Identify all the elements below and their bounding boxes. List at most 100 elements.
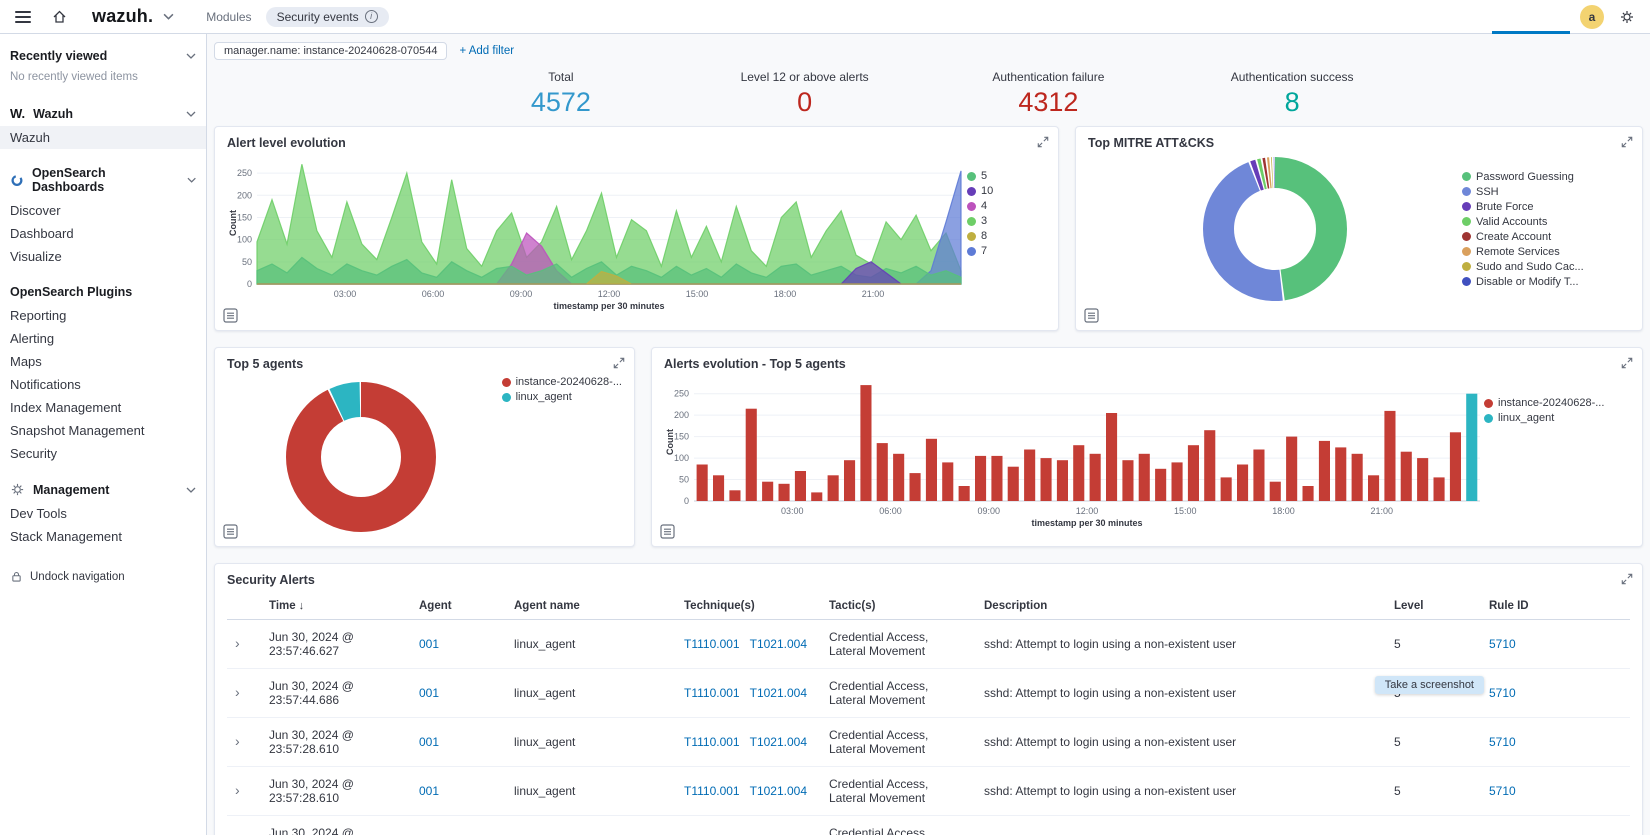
legend-item[interactable]: Brute Force <box>1462 201 1630 213</box>
take-screenshot-tooltip[interactable]: Take a screenshot <box>1374 676 1484 694</box>
legend-item[interactable]: 5 <box>967 170 1031 182</box>
technique-link[interactable]: T1021.004 <box>750 637 807 651</box>
sidebar-section-management[interactable]: Management <box>0 477 206 502</box>
legend-item[interactable]: 10 <box>967 185 1031 197</box>
list-icon <box>223 308 238 323</box>
legend-item[interactable]: Valid Accounts <box>1462 216 1630 228</box>
expand-panel-button[interactable] <box>1619 355 1635 371</box>
expand-panel-button[interactable] <box>611 355 627 371</box>
sidebar-item-maps[interactable]: Maps <box>0 350 206 373</box>
legend-item[interactable]: SSH <box>1462 186 1630 198</box>
add-filter-button[interactable]: + Add filter <box>459 45 514 57</box>
sidebar-item-stack-management[interactable]: Stack Management <box>0 525 206 548</box>
sidebar-item-reporting[interactable]: Reporting <box>0 304 206 327</box>
column-techniques[interactable]: Technique(s) <box>676 593 821 620</box>
legend-item[interactable]: linux_agent <box>1484 412 1612 424</box>
legend-item[interactable]: 8 <box>967 230 1031 242</box>
cell-description: sshd: Attempt to login using a non-exist… <box>976 766 1386 816</box>
legend-item[interactable]: Create Account <box>1462 231 1630 243</box>
expand-row-icon[interactable]: › <box>235 635 240 651</box>
sidebar-item-dashboard[interactable]: Dashboard <box>0 222 206 245</box>
technique-link[interactable]: T1021.004 <box>750 735 807 749</box>
expand-row-icon[interactable]: › <box>235 831 240 835</box>
technique-link[interactable]: T1110.001 <box>684 686 740 700</box>
technique-link[interactable]: T1110.001 <box>684 784 740 798</box>
expand-panel-button[interactable] <box>1035 134 1051 150</box>
column-rule-id[interactable]: Rule ID <box>1481 593 1630 620</box>
column-agent-name[interactable]: Agent name <box>506 593 676 620</box>
technique-link[interactable]: T1021.004 <box>750 686 807 700</box>
rule-id-link[interactable]: 5710 <box>1489 637 1516 651</box>
sidebar-item-snapshot-management[interactable]: Snapshot Management <box>0 419 206 442</box>
sidebar-section-opensearch-dashboards[interactable]: OpenSearch Dashboards <box>0 161 206 199</box>
expand-row-icon[interactable]: › <box>235 782 240 798</box>
agent-link[interactable]: 001 <box>419 637 439 651</box>
sidebar-item-security[interactable]: Security <box>0 442 206 465</box>
legend-swatch-icon <box>1462 187 1471 196</box>
sidebar-item-notifications[interactable]: Notifications <box>0 373 206 396</box>
agent-link[interactable]: 001 <box>419 735 439 749</box>
legend-item[interactable]: 7 <box>967 245 1031 257</box>
sidebar-item-dev-tools[interactable]: Dev Tools <box>0 502 206 525</box>
expand-panel-button[interactable] <box>1619 134 1635 150</box>
undock-navigation-button[interactable]: Undock navigation <box>0 560 206 594</box>
mitre-donut-chart[interactable] <box>1088 156 1462 302</box>
legend-swatch-icon <box>1462 277 1471 286</box>
topbar-right-cluster: a <box>1580 4 1640 30</box>
breadcrumb-current[interactable]: Security events i <box>265 6 389 27</box>
legend-toggle-button[interactable] <box>660 524 675 539</box>
sidebar-item-discover[interactable]: Discover <box>0 199 206 222</box>
sidebar-item-index-management[interactable]: Index Management <box>0 396 206 419</box>
agent-link[interactable]: 001 <box>419 784 439 798</box>
top-agents-donut-chart[interactable] <box>227 381 494 533</box>
column-tactics[interactable]: Tactic(s) <box>821 593 976 620</box>
sidebar-item-visualize[interactable]: Visualize <box>0 245 206 268</box>
legend-item[interactable]: 4 <box>967 200 1031 212</box>
legend-toggle-button[interactable] <box>1084 308 1099 323</box>
legend-swatch-icon <box>501 392 511 402</box>
expand-panel-button[interactable] <box>1619 571 1635 587</box>
alert-level-evolution-chart[interactable]: 0 50 100 150 200 250 03:00 06:00 09:00 12:00 15:00… <box>227 154 967 314</box>
rule-id-link[interactable]: 5710 <box>1489 686 1516 700</box>
info-icon[interactable]: i <box>364 10 378 23</box>
sidebar-section-opensearch-plugins[interactable]: OpenSearch Plugins <box>0 280 206 304</box>
legend-toggle-button[interactable] <box>223 308 238 323</box>
filter-pill[interactable]: manager.name: instance-20240628-070544 <box>214 42 448 60</box>
breadcrumb-modules[interactable]: Modules <box>206 10 251 24</box>
legend-item[interactable]: Sudo and Sudo Cac... <box>1462 261 1630 273</box>
technique-link[interactable]: T1110.001 <box>684 735 740 749</box>
agent-link[interactable]: 001 <box>419 686 439 700</box>
legend-toggle-button[interactable] <box>223 524 238 539</box>
legend-item[interactable]: Password Guessing <box>1462 171 1630 183</box>
avatar[interactable]: a <box>1580 4 1604 29</box>
legend-item[interactable]: instance-20240628-... <box>501 376 622 388</box>
technique-link[interactable]: T1021.004 <box>750 784 807 798</box>
column-level[interactable]: Level <box>1386 593 1481 620</box>
expand-icon <box>1621 357 1633 369</box>
column-description[interactable]: Description <box>976 593 1386 620</box>
legend-item[interactable]: instance-20240628-... <box>1484 397 1612 409</box>
sidebar-item-wazuh[interactable]: Wazuh <box>0 126 206 149</box>
settings-button[interactable] <box>1614 4 1640 30</box>
column-time[interactable]: Time ↓ <box>261 593 411 620</box>
sidebar-section-wazuh[interactable]: W. Wazuh <box>0 101 206 126</box>
rule-id-link[interactable]: 5710 <box>1489 784 1516 798</box>
legend-item[interactable]: Disable or Modify T... <box>1462 276 1630 288</box>
column-agent[interactable]: Agent <box>411 593 506 620</box>
technique-link[interactable]: T1110.001 <box>684 637 740 651</box>
legend-swatch-icon <box>967 186 976 196</box>
expand-row-icon[interactable]: › <box>235 684 240 700</box>
sidebar-section-recently-viewed[interactable]: Recently viewed <box>0 44 206 68</box>
legend-item[interactable]: Remote Services <box>1462 246 1630 258</box>
sidebar-item-alerting[interactable]: Alerting <box>0 327 206 350</box>
expand-row-icon[interactable]: › <box>235 733 240 749</box>
menu-button[interactable] <box>10 4 36 30</box>
alerts-evolution-bar-chart[interactable]: 0 50 100 150 200 250 03:00 06:00 09:00 12:00 15:00… <box>664 375 1484 531</box>
legend-swatch-icon <box>967 231 976 241</box>
rule-id-link[interactable]: 5710 <box>1489 735 1516 749</box>
legend-item[interactable]: 3 <box>967 215 1031 227</box>
legend-item[interactable]: linux_agent <box>501 391 622 403</box>
home-button[interactable] <box>46 4 72 30</box>
wazuh-logo[interactable]: wazuh. <box>92 6 153 27</box>
logo-chevron-down-icon[interactable] <box>163 13 174 20</box>
